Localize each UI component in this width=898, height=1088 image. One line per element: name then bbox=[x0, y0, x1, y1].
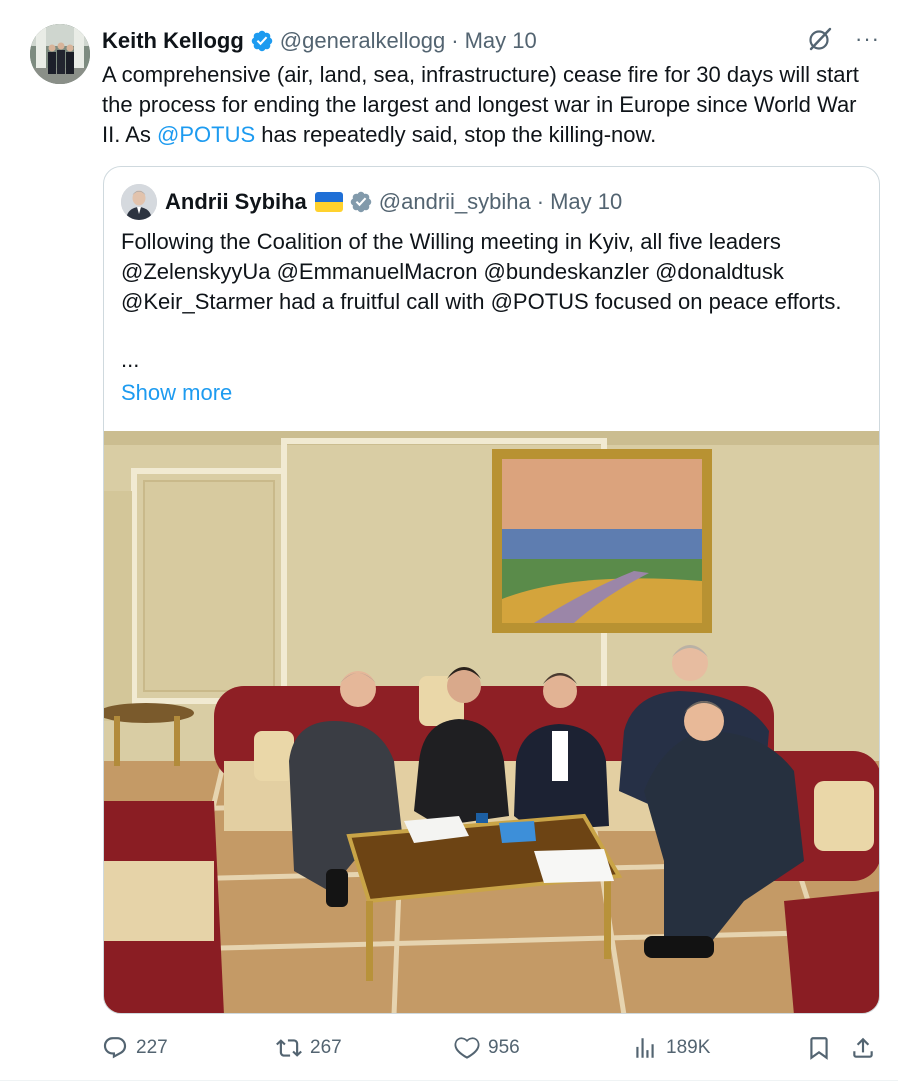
quoted-tweet-header: Andrii Sybiha @andrii_sybiha · May 10 bbox=[121, 184, 623, 220]
like-count: 956 bbox=[488, 1037, 520, 1058]
views-count: 189K bbox=[666, 1037, 711, 1058]
quoted-tweet-text: Following the Coalition of the Willing m… bbox=[121, 229, 842, 314]
quoted-tweet[interactable]: Andrii Sybiha @andrii_sybiha · May 10 Fo… bbox=[103, 166, 880, 1014]
share-icon bbox=[853, 1037, 873, 1058]
tweet-actions-bar: 227 267 956 189K bbox=[102, 1030, 882, 1066]
tweet-text: A comprehensive (air, land, sea, infrast… bbox=[102, 60, 862, 150]
author-avatar[interactable] bbox=[30, 24, 90, 84]
tweet-date[interactable]: May 10 bbox=[465, 28, 537, 54]
share-button[interactable] bbox=[850, 1030, 876, 1066]
repost-icon bbox=[276, 1039, 302, 1057]
reply-count: 227 bbox=[136, 1037, 168, 1058]
views-button[interactable]: 189K bbox=[632, 1030, 710, 1066]
author-handle[interactable]: @generalkellogg bbox=[280, 28, 445, 54]
quoted-author-name: Andrii Sybiha bbox=[165, 189, 307, 214]
tweet-top-actions: ··· bbox=[807, 26, 880, 52]
heart-icon bbox=[454, 1037, 480, 1059]
ukraine-flag-icon bbox=[314, 192, 343, 212]
verified-badge-icon bbox=[251, 30, 273, 52]
reply-icon bbox=[103, 1037, 127, 1059]
separator-dot: · bbox=[451, 28, 459, 53]
quoted-author-avatar bbox=[121, 184, 157, 220]
author-name[interactable]: Keith Kellogg bbox=[102, 28, 244, 54]
tweet-card: Keith Kellogg @generalkellogg · May 10 ·… bbox=[0, 0, 898, 1088]
quoted-tweet-date: May 10 bbox=[550, 189, 623, 214]
bookmark-button[interactable] bbox=[806, 1030, 832, 1066]
repost-count: 267 bbox=[310, 1037, 342, 1058]
more-icon[interactable]: ··· bbox=[855, 28, 880, 50]
divider bbox=[0, 1080, 898, 1081]
tweet-header: Keith Kellogg @generalkellogg · May 10 bbox=[102, 26, 537, 56]
quoted-text-ellipsis: ... bbox=[121, 347, 140, 372]
reply-button[interactable]: 227 bbox=[102, 1030, 168, 1066]
quoted-separator-dot: · bbox=[536, 189, 545, 214]
show-more-link[interactable]: Show more bbox=[121, 378, 232, 408]
gray-verified-badge-icon bbox=[350, 191, 372, 213]
repost-button[interactable]: 267 bbox=[276, 1030, 342, 1066]
grok-icon[interactable] bbox=[807, 26, 833, 52]
views-icon bbox=[636, 1038, 654, 1058]
quoted-author-handle: @andrii_sybiha bbox=[378, 189, 531, 214]
like-button[interactable]: 956 bbox=[454, 1030, 520, 1066]
quoted-tweet-photo[interactable] bbox=[104, 431, 879, 1013]
tweet-text-part2: has repeatedly said, stop the killing-no… bbox=[255, 122, 657, 147]
mention-link[interactable]: @POTUS bbox=[157, 122, 255, 147]
bookmark-icon bbox=[810, 1037, 828, 1060]
